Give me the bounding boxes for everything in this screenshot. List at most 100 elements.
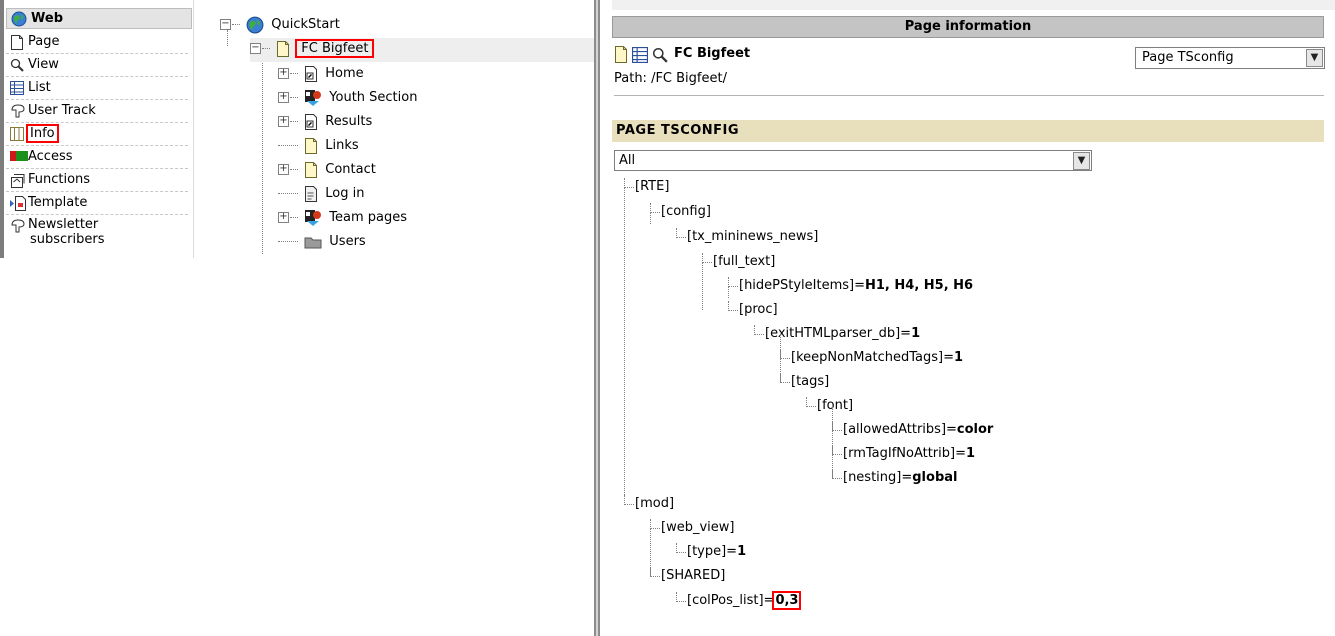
tsconfig-value: global [912, 470, 958, 485]
magnifier-icon[interactable] [652, 47, 668, 63]
page-icon [305, 137, 318, 154]
tsconfig-value: 1 [953, 350, 964, 365]
module-item-list[interactable]: List [6, 77, 188, 100]
module-item-page-label: Page [28, 34, 60, 49]
tsconfig-filter-value: All [619, 153, 636, 168]
tree-node-home[interactable]: + Home [278, 63, 364, 87]
module-group-web[interactable]: Web [6, 8, 192, 29]
expand-icon[interactable]: + [278, 92, 289, 103]
chevron-down-icon[interactable]: ▼ [1306, 49, 1323, 67]
tsconfig-key: [rmTagIfNoAttrib]= [843, 446, 966, 461]
function-select[interactable]: Page TSconfig ▼ [1135, 47, 1325, 69]
page-header: Page information [612, 16, 1324, 38]
module-item-template[interactable]: Template [6, 192, 188, 215]
module-item-user-track[interactable]: User Track [6, 100, 188, 123]
tsconfig-value: 1 [911, 326, 921, 341]
globe-icon [246, 16, 264, 33]
tree-connector [650, 519, 660, 529]
tree-node-links[interactable]: Links [278, 135, 359, 159]
tsconfig-node: [allowedAttribs]=color [832, 419, 993, 441]
tsconfig-node: [hidePStyleItems]=H1, H4, H5, H6 [728, 275, 973, 297]
expand-icon[interactable]: + [278, 212, 289, 223]
frame-splitter[interactable] [594, 0, 600, 636]
tree-node-users[interactable]: Users [278, 231, 366, 255]
module-item-access[interactable]: Access [6, 146, 188, 169]
tsconfig-node: [proc] [728, 299, 778, 321]
tsconfig-node: [tx_mininews_news] [676, 226, 818, 248]
tree-guide-line [728, 286, 729, 298]
module-menu-edge [0, 0, 4, 258]
tsconfig-node: [font] [806, 395, 853, 417]
module-item-view-label: View [28, 57, 59, 72]
tree-node-root[interactable]: − QuickStart [220, 14, 340, 38]
sysfolder-icon [304, 237, 322, 248]
tree-node-label: Home [325, 66, 364, 81]
tree-node-selected[interactable]: − FC Bigfeet [250, 38, 594, 62]
tree-node-log-in[interactable]: Log in [278, 183, 364, 207]
shortcut-page-icon [305, 65, 318, 82]
functions-icon [11, 174, 25, 188]
expand-icon[interactable]: + [278, 164, 289, 175]
module-group-web-label: Web [31, 11, 63, 26]
tree-connector [676, 592, 686, 602]
tree-node-team-pages[interactable]: + Team pages [278, 207, 407, 231]
tsconfig-key: [font] [817, 398, 854, 413]
module-item-list-label: List [28, 80, 51, 95]
module-item-page[interactable]: Page [6, 31, 188, 54]
module-item-newsletter-subscribers[interactable]: Newsletter subscribers [6, 215, 188, 249]
tsconfig-node: [mod] [624, 493, 674, 515]
collapse-icon[interactable]: − [250, 43, 261, 54]
tree-connector [806, 397, 816, 407]
collapse-icon[interactable]: − [220, 19, 231, 30]
page-record-icons [614, 46, 668, 64]
tree-node-label: Log in [325, 186, 365, 201]
module-item-newsletter-label: Newsletter [28, 217, 99, 232]
newsletter-icon [11, 219, 25, 233]
tree-guide-line [262, 54, 263, 254]
tsconfig-value: 1 [965, 446, 976, 461]
tree-connector [780, 349, 790, 359]
tsconfig-key: [proc] [739, 302, 778, 317]
tsconfig-node: [config] [650, 201, 711, 223]
module-item-functions[interactable]: Functions [6, 169, 188, 192]
tree-connector [832, 445, 842, 455]
module-item-access-label: Access [28, 149, 73, 164]
tsconfig-value: color [956, 422, 994, 437]
tsconfig-filter-select[interactable]: All ▼ [614, 150, 1092, 171]
tsconfig-key: [web_view] [661, 520, 735, 535]
tree-connector [676, 228, 686, 238]
tsconfig-key: [type]= [687, 544, 738, 559]
magnifier-icon [10, 58, 24, 72]
page-title: FC Bigfeet [674, 46, 751, 61]
tsconfig-node: [web_view] [650, 517, 734, 539]
tsconfig-key: [RTE] [635, 179, 670, 194]
tree-node-root-label: QuickStart [271, 17, 340, 32]
tsconfig-node: [type]=1 [676, 541, 746, 563]
tree-node-results[interactable]: + Results [278, 111, 372, 135]
page-icon [277, 40, 290, 57]
list-icon[interactable] [632, 47, 649, 63]
tree-guide-line [650, 212, 651, 224]
page-tree: − QuickStart − FC Bigfeet + Home + Youth… [214, 10, 594, 260]
chevron-down-icon[interactable]: ▼ [1073, 152, 1090, 170]
tree-connector [832, 469, 842, 479]
tsconfig-node: [rmTagIfNoAttrib]=1 [832, 443, 975, 465]
tsconfig-key: [allowedAttribs]= [843, 422, 957, 437]
expand-icon[interactable]: + [278, 68, 289, 79]
page-header-title: Page information [904, 19, 1032, 34]
login-page-icon [305, 185, 318, 202]
module-item-view[interactable]: View [6, 54, 188, 77]
tsconfig-node: [RTE] [624, 176, 669, 198]
tree-node-label: Team pages [329, 210, 408, 225]
tree-node-youth-section[interactable]: + Youth Section [278, 87, 417, 111]
tree-connector [780, 373, 790, 383]
access-icon [10, 151, 28, 161]
section-title: PAGE TSCONFIG [612, 120, 1324, 142]
module-item-info[interactable]: Info [6, 123, 188, 146]
tree-node-contact[interactable]: + Contact [278, 159, 376, 183]
info-columns-icon [10, 127, 24, 141]
content-area: Page information FC Bigfeet Path: /FC Bi… [602, 0, 1335, 636]
tsconfig-node: [full_text] [702, 251, 775, 273]
expand-icon[interactable]: + [278, 116, 289, 127]
page-icon[interactable] [614, 46, 628, 63]
